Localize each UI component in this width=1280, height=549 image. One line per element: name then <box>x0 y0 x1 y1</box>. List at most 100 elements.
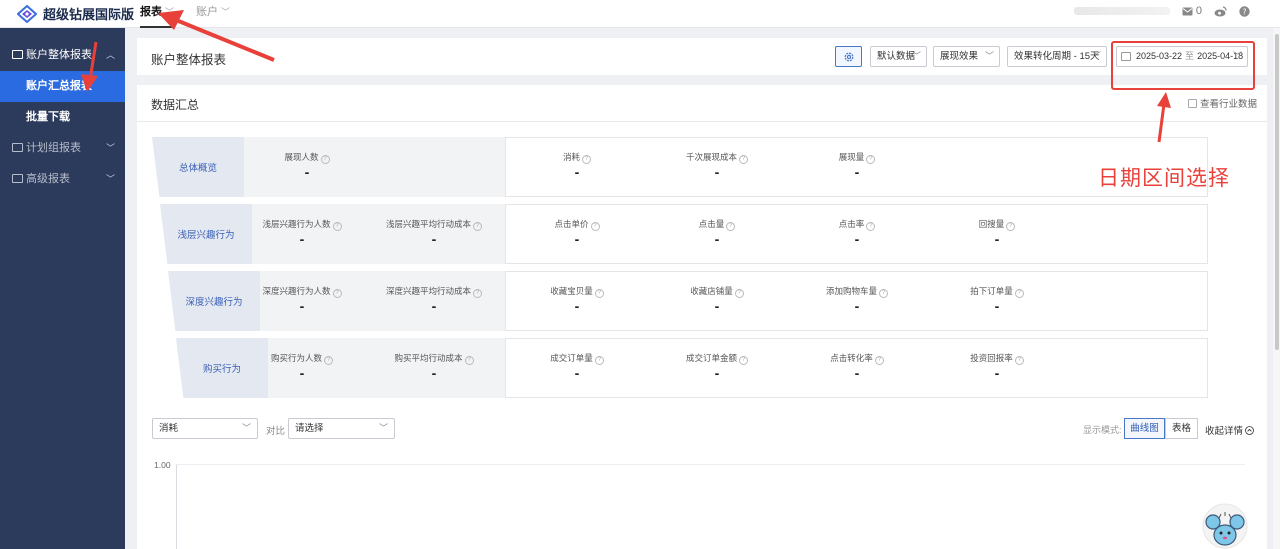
metric-value: - <box>431 298 437 314</box>
effect-select[interactable]: 展现效果 ﹀ <box>933 46 1000 67</box>
metric-value: - <box>994 231 1000 247</box>
metric-label-text: 投资回报率 <box>970 353 1013 363</box>
metric-row-label: 浅层兴趣行为 <box>160 204 252 264</box>
help-circle-icon[interactable]: ? <box>582 155 591 164</box>
sidebar: 账户整体报表 ︿ 账户汇总报表 批量下载 计划组报表 ﹀ 高级报表 ﹀ <box>0 28 125 549</box>
metric-value: - <box>574 164 580 180</box>
industry-data-label: 查看行业数据 <box>1200 99 1258 110</box>
metric-cell: 浅层兴趣行为人数? - <box>242 218 362 246</box>
advanced-report-icon <box>12 174 23 183</box>
message-icon[interactable]: 0 <box>1182 5 1202 17</box>
metric-value: - <box>854 164 860 180</box>
metric-cell: 拍下订单量? - <box>937 285 1057 313</box>
assistant-mascot-icon[interactable] <box>1202 502 1248 549</box>
chevron-down-icon: ﹀ <box>911 51 921 61</box>
metric-label-text: 收藏宝贝量 <box>550 286 593 296</box>
sidebar-item-account-summary[interactable]: 账户汇总报表 <box>0 71 125 102</box>
metric-label: 拍下订单量? <box>937 285 1057 298</box>
help-circle-icon[interactable]: ? <box>866 222 876 231</box>
divider <box>137 121 1267 122</box>
topnav-report[interactable]: 报表 ﹀ <box>140 0 174 28</box>
metric-label: 回搜量? <box>937 218 1057 231</box>
chart-metric-select[interactable]: 消耗 ﹀ <box>152 418 258 439</box>
metric-label-text: 浅层兴趣平均行动成本 <box>385 219 471 229</box>
app-logo[interactable]: 超级钻展国际版 <box>17 4 134 23</box>
sidebar-group-plan-report[interactable]: 计划组报表 ﹀ <box>0 133 125 164</box>
topnav-account[interactable]: 账户 ﹀ <box>196 0 230 28</box>
metric-cell: 购买行为人数? - <box>242 352 362 380</box>
help-circle-icon[interactable]: ? <box>332 222 342 231</box>
industry-data-toggle[interactable]: 查看行业数据 <box>1188 96 1257 110</box>
metric-label: 购买行为人数? <box>242 352 362 365</box>
settings-button[interactable] <box>835 46 862 67</box>
help-circle-icon[interactable]: ? <box>594 356 604 365</box>
metric-cell: 添加购物车量? - <box>797 285 917 313</box>
metric-value: - <box>994 365 1000 381</box>
help-circle-icon[interactable]: ? <box>874 356 884 365</box>
help-icon[interactable]: ? <box>1239 5 1250 17</box>
metric-label: 展现人数? <box>247 151 367 164</box>
help-circle-icon[interactable]: ? <box>590 222 600 231</box>
help-circle-icon[interactable]: ? <box>473 222 482 231</box>
data-type-select[interactable]: 默认数据 ﹀ <box>870 46 927 67</box>
help-circle-icon[interactable]: ? <box>866 155 876 164</box>
help-circle-icon[interactable]: ? <box>473 289 482 298</box>
metric-value: - <box>574 365 580 381</box>
sidebar-group-label: 计划组报表 <box>26 142 81 154</box>
conversion-period-select[interactable]: 效果转化周期 - 15天 ﹀ <box>1007 46 1107 67</box>
help-circle-icon[interactable]: ? <box>332 289 342 298</box>
help-circle-icon[interactable]: ? <box>1014 356 1024 365</box>
gear-icon <box>844 52 853 61</box>
metric-value: - <box>574 231 580 247</box>
metric-label-text: 收藏店铺量 <box>690 286 733 296</box>
metric-label-text: 点击量 <box>698 219 725 229</box>
chevron-down-icon: ﹀ <box>241 423 251 433</box>
metric-label: 投资回报率? <box>937 352 1057 365</box>
help-circle-icon[interactable]: ? <box>739 356 748 365</box>
help-circle-icon[interactable]: ? <box>320 155 330 164</box>
metric-cell: 收藏宝贝量? - <box>517 285 637 313</box>
mode-line-chart-button[interactable]: 曲线图 <box>1124 418 1165 439</box>
metric-value: - <box>714 231 720 247</box>
section-title: 数据汇总 <box>151 98 200 112</box>
scrollbar-thumb[interactable] <box>1275 34 1279 350</box>
metric-label-text: 展现人数 <box>284 152 319 162</box>
weibo-icon[interactable] <box>1214 5 1227 17</box>
checkbox[interactable] <box>1188 98 1197 108</box>
sidebar-group-advanced-report[interactable]: 高级报表 ﹀ <box>0 164 125 195</box>
metric-label: 千次展现成本? <box>657 151 777 164</box>
metric-value: - <box>299 298 305 314</box>
metric-value: - <box>714 298 720 314</box>
metric-value: - <box>994 298 1000 314</box>
help-circle-icon[interactable]: ? <box>464 356 474 365</box>
collapse-details-button[interactable]: 收起详情 <box>1205 423 1254 437</box>
chevron-down-icon: ﹀ <box>378 423 388 433</box>
compare-select[interactable]: 请选择 ﹀ <box>288 418 395 439</box>
metric-label-text: 添加购物车量 <box>825 286 877 296</box>
metric-cell: 点击量? - <box>657 218 777 246</box>
metric-label-text: 浅层兴趣行为人数 <box>262 219 331 229</box>
conversion-period-value: 效果转化周期 - 15天 <box>1014 51 1100 62</box>
metric-label-text: 深度兴趣平均行动成本 <box>385 286 471 296</box>
help-circle-icon[interactable]: ? <box>739 155 748 164</box>
metric-value: - <box>854 298 860 314</box>
help-circle-icon[interactable]: ? <box>879 289 888 298</box>
mode-table-button[interactable]: 表格 <box>1165 418 1198 439</box>
sidebar-group-account-report[interactable]: 账户整体报表 ︿ <box>0 40 125 71</box>
metric-row-label: 总体概览 <box>152 137 244 197</box>
metric-label-text: 深度兴趣行为人数 <box>262 286 331 296</box>
top-nav: 报表 ﹀ 账户 ﹀ <box>140 0 252 28</box>
help-circle-icon[interactable]: ? <box>594 289 604 298</box>
help-circle-icon[interactable]: ? <box>324 356 333 365</box>
metric-cell: 展现量? - <box>797 151 917 179</box>
help-circle-icon[interactable]: ? <box>734 289 744 298</box>
help-circle-icon[interactable]: ? <box>1006 222 1016 231</box>
help-circle-icon[interactable]: ? <box>726 222 736 231</box>
metric-cell: 深度兴趣行为人数? - <box>242 285 362 313</box>
chart-gridline <box>176 464 1245 465</box>
sidebar-item-batch-download[interactable]: 批量下载 <box>0 102 125 133</box>
metric-cell: 购买平均行动成本? - <box>374 352 494 380</box>
help-circle-icon[interactable]: ? <box>1014 289 1024 298</box>
top-right-tools: 0 ? <box>1073 5 1250 17</box>
metric-cell: 回搜量? - <box>937 218 1057 246</box>
